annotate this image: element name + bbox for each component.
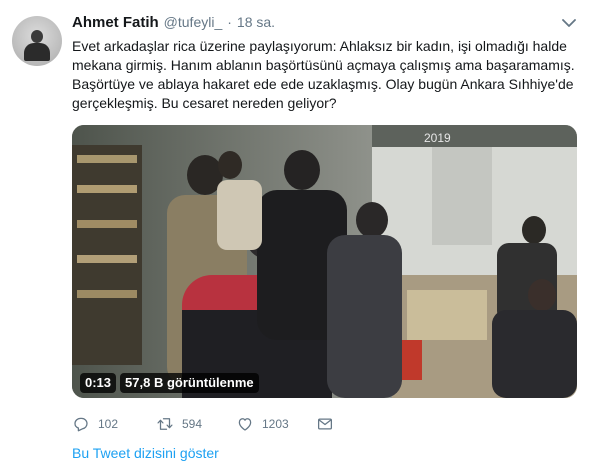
reply-count: 102 [98, 417, 119, 431]
video-views: 57,8 B görüntülenme [120, 373, 259, 393]
retweet-count: 594 [182, 417, 203, 431]
avatar-body-shape [24, 43, 50, 61]
avatar-head-shape [31, 30, 43, 43]
show-thread-link[interactable]: Bu Tweet dizisini göster [72, 445, 219, 461]
video-frame: 2019 [72, 125, 577, 398]
avatar[interactable] [12, 16, 62, 66]
tweet-header: Ahmet Fatih @tufeyli_ · 18 sa. [72, 14, 275, 34]
video-info-badges: 0:13 57,8 B görüntülenme [80, 373, 259, 393]
video-player[interactable]: 2019 [72, 125, 577, 398]
chevron-down-icon[interactable] [562, 18, 576, 28]
video-overlay-text: 2019 [424, 131, 451, 145]
envelope-icon [317, 418, 333, 430]
retweet-icon [157, 418, 173, 430]
like-count: 1203 [262, 417, 289, 431]
tweet-text: Evet arkadaşlar rica üzerine paylaşıyoru… [72, 38, 575, 111]
heart-icon [238, 418, 252, 431]
separator-dot: · [227, 14, 232, 30]
tweet-actions: 102 594 1203 [72, 414, 334, 434]
tweet[interactable]: Ahmet Fatih @tufeyli_ · 18 sa. Evet arka… [0, 0, 593, 466]
timestamp[interactable]: 18 sa. [237, 14, 275, 30]
video-duration: 0:13 [80, 373, 117, 393]
reply-icon [74, 417, 88, 432]
reply-button[interactable]: 102 [72, 415, 156, 433]
author-handle[interactable]: @tufeyli_ [164, 14, 223, 30]
retweet-button[interactable]: 594 [156, 415, 236, 433]
author-name[interactable]: Ahmet Fatih [72, 14, 159, 31]
like-button[interactable]: 1203 [236, 415, 316, 433]
direct-message-button[interactable] [316, 415, 334, 433]
